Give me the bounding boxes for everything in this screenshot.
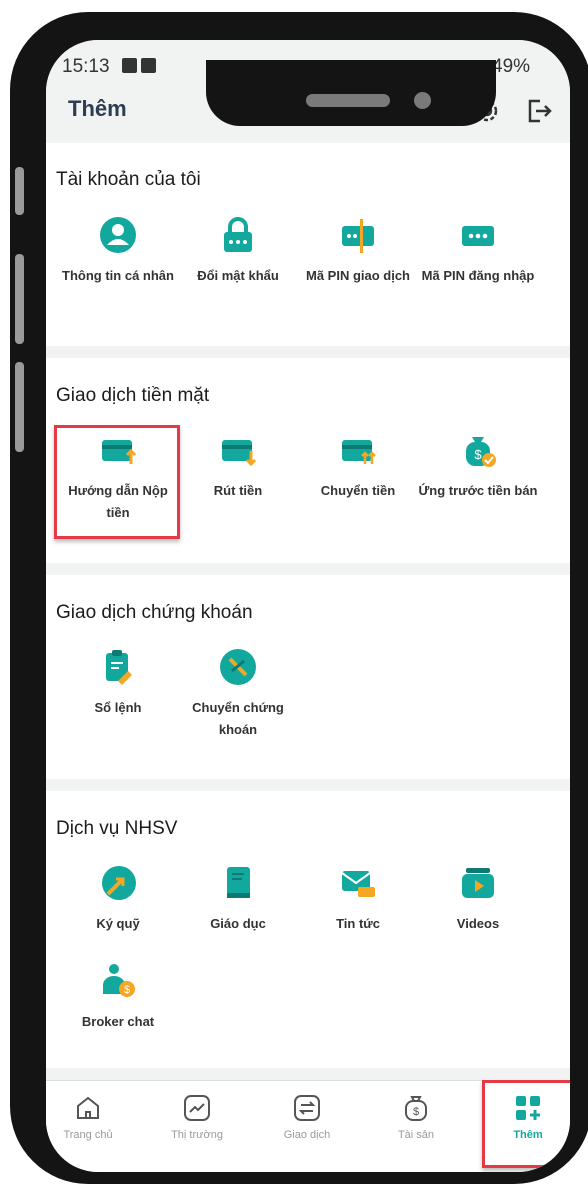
item-withdraw[interactable]: Rút tiền (178, 430, 298, 502)
nav-market[interactable]: Thị trường (147, 1093, 247, 1141)
item-label: Ký quỹ (96, 916, 140, 931)
side-button-volume-down (15, 362, 24, 452)
item-transaction-pin[interactable]: Mã PIN giao dịch (298, 215, 418, 287)
book-icon (227, 867, 250, 898)
item-label: Broker chat (81, 1014, 155, 1029)
section-my-account: Tài khoản của tôi Thông tin cá nhân Đổi … (46, 143, 570, 346)
highlight-box (482, 1080, 570, 1168)
section-title: Tài khoản của tôi (56, 169, 201, 190)
speaker-grille (306, 94, 390, 107)
item-label: Videos (456, 916, 500, 931)
section-securities-transactions: Giao dịch chứng khoán Sổ lệnh Chuyển chứ… (46, 575, 570, 779)
side-button-volume-up (15, 254, 24, 344)
nav-label: Trang chủ (63, 1129, 113, 1141)
item-broker-chat[interactable]: $ Broker chat (58, 961, 178, 1033)
svg-text:$: $ (124, 984, 130, 996)
item-login-pin[interactable]: Mã PIN đăng nhập (418, 215, 538, 287)
advance-bag-icon: $ (466, 437, 496, 467)
item-news[interactable]: Tin tức (298, 863, 418, 935)
item-label: Thông tin cá nhân (62, 268, 174, 283)
phone-notch (206, 60, 496, 126)
battery-level: 49% (492, 56, 531, 77)
notification-icon (141, 58, 156, 73)
margin-icon (102, 866, 136, 900)
item-education[interactable]: Giáo dục (178, 863, 298, 935)
item-transfer[interactable]: Chuyển tiền (298, 430, 418, 502)
withdraw-card-icon (222, 440, 257, 467)
video-icon (462, 868, 494, 898)
item-label: Ứng trước tiền bán (418, 483, 538, 498)
item-margin[interactable]: Ký quỹ (58, 863, 178, 935)
side-button-silent (15, 167, 24, 215)
transfer-card-icon (342, 440, 376, 464)
nav-label: Giao dịch (283, 1129, 331, 1141)
front-camera (414, 92, 431, 109)
news-icon (341, 871, 375, 897)
notification-icon (122, 58, 137, 73)
market-icon (184, 1095, 210, 1121)
trade-icon (294, 1095, 320, 1121)
notification-icons (122, 58, 156, 73)
item-label: Chuyển chứng khoán (192, 700, 284, 737)
item-label: Giáo dục (210, 916, 266, 931)
highlight-box (54, 425, 180, 539)
nav-label: Tài sản (397, 1129, 435, 1141)
app-screen: Thêm 15:13 49% Tài khoản của tôi Thông t… (46, 40, 570, 1172)
nav-assets[interactable]: $ Tài sản (366, 1093, 466, 1141)
assets-icon: $ (405, 1096, 427, 1121)
pin-login-icon (462, 226, 494, 246)
broker-chat-icon: $ (103, 964, 135, 997)
lock-icon (224, 217, 252, 252)
item-videos[interactable]: Videos (418, 863, 538, 935)
item-label: Rút tiền (213, 483, 263, 498)
item-personal-info[interactable]: Thông tin cá nhân (58, 215, 178, 287)
item-stock-transfer[interactable]: Chuyển chứng khoán (178, 647, 298, 741)
item-order-book[interactable]: Sổ lệnh (58, 647, 178, 719)
section-title: Dịch vụ NHSV (56, 818, 178, 839)
item-label: Mã PIN giao dịch (305, 268, 410, 283)
section-nhsv-services: Dịch vụ NHSV Ký quỹ Giáo dục Tin tức Vid… (46, 791, 570, 1068)
item-label: Tin tức (336, 916, 380, 931)
order-book-icon (106, 650, 132, 685)
status-time: 15:13 (62, 56, 110, 77)
item-label: Đổi mật khẩu (197, 268, 279, 283)
nav-label: Thị trường (171, 1129, 223, 1141)
logout-icon[interactable] (524, 96, 554, 126)
user-icon (100, 217, 136, 253)
page-title: Thêm (68, 96, 127, 121)
section-title: Giao dịch tiền mặt (56, 385, 210, 406)
stock-transfer-icon (220, 649, 256, 685)
item-sale-advance[interactable]: $ Ứng trước tiền bán (418, 430, 538, 502)
svg-text:$: $ (413, 1106, 419, 1118)
item-label: Chuyển tiền (320, 483, 396, 498)
section-title: Giao dịch chứng khoán (56, 602, 253, 623)
pin-transaction-icon (342, 219, 374, 253)
item-change-password[interactable]: Đổi mật khẩu (178, 215, 298, 287)
item-label: Sổ lệnh (94, 700, 142, 715)
svg-text:$: $ (474, 447, 482, 462)
nav-home[interactable]: Trang chủ (46, 1093, 138, 1141)
item-label: Mã PIN đăng nhập (421, 268, 535, 283)
home-icon (77, 1096, 99, 1119)
nav-trade[interactable]: Giao dịch (257, 1093, 357, 1141)
